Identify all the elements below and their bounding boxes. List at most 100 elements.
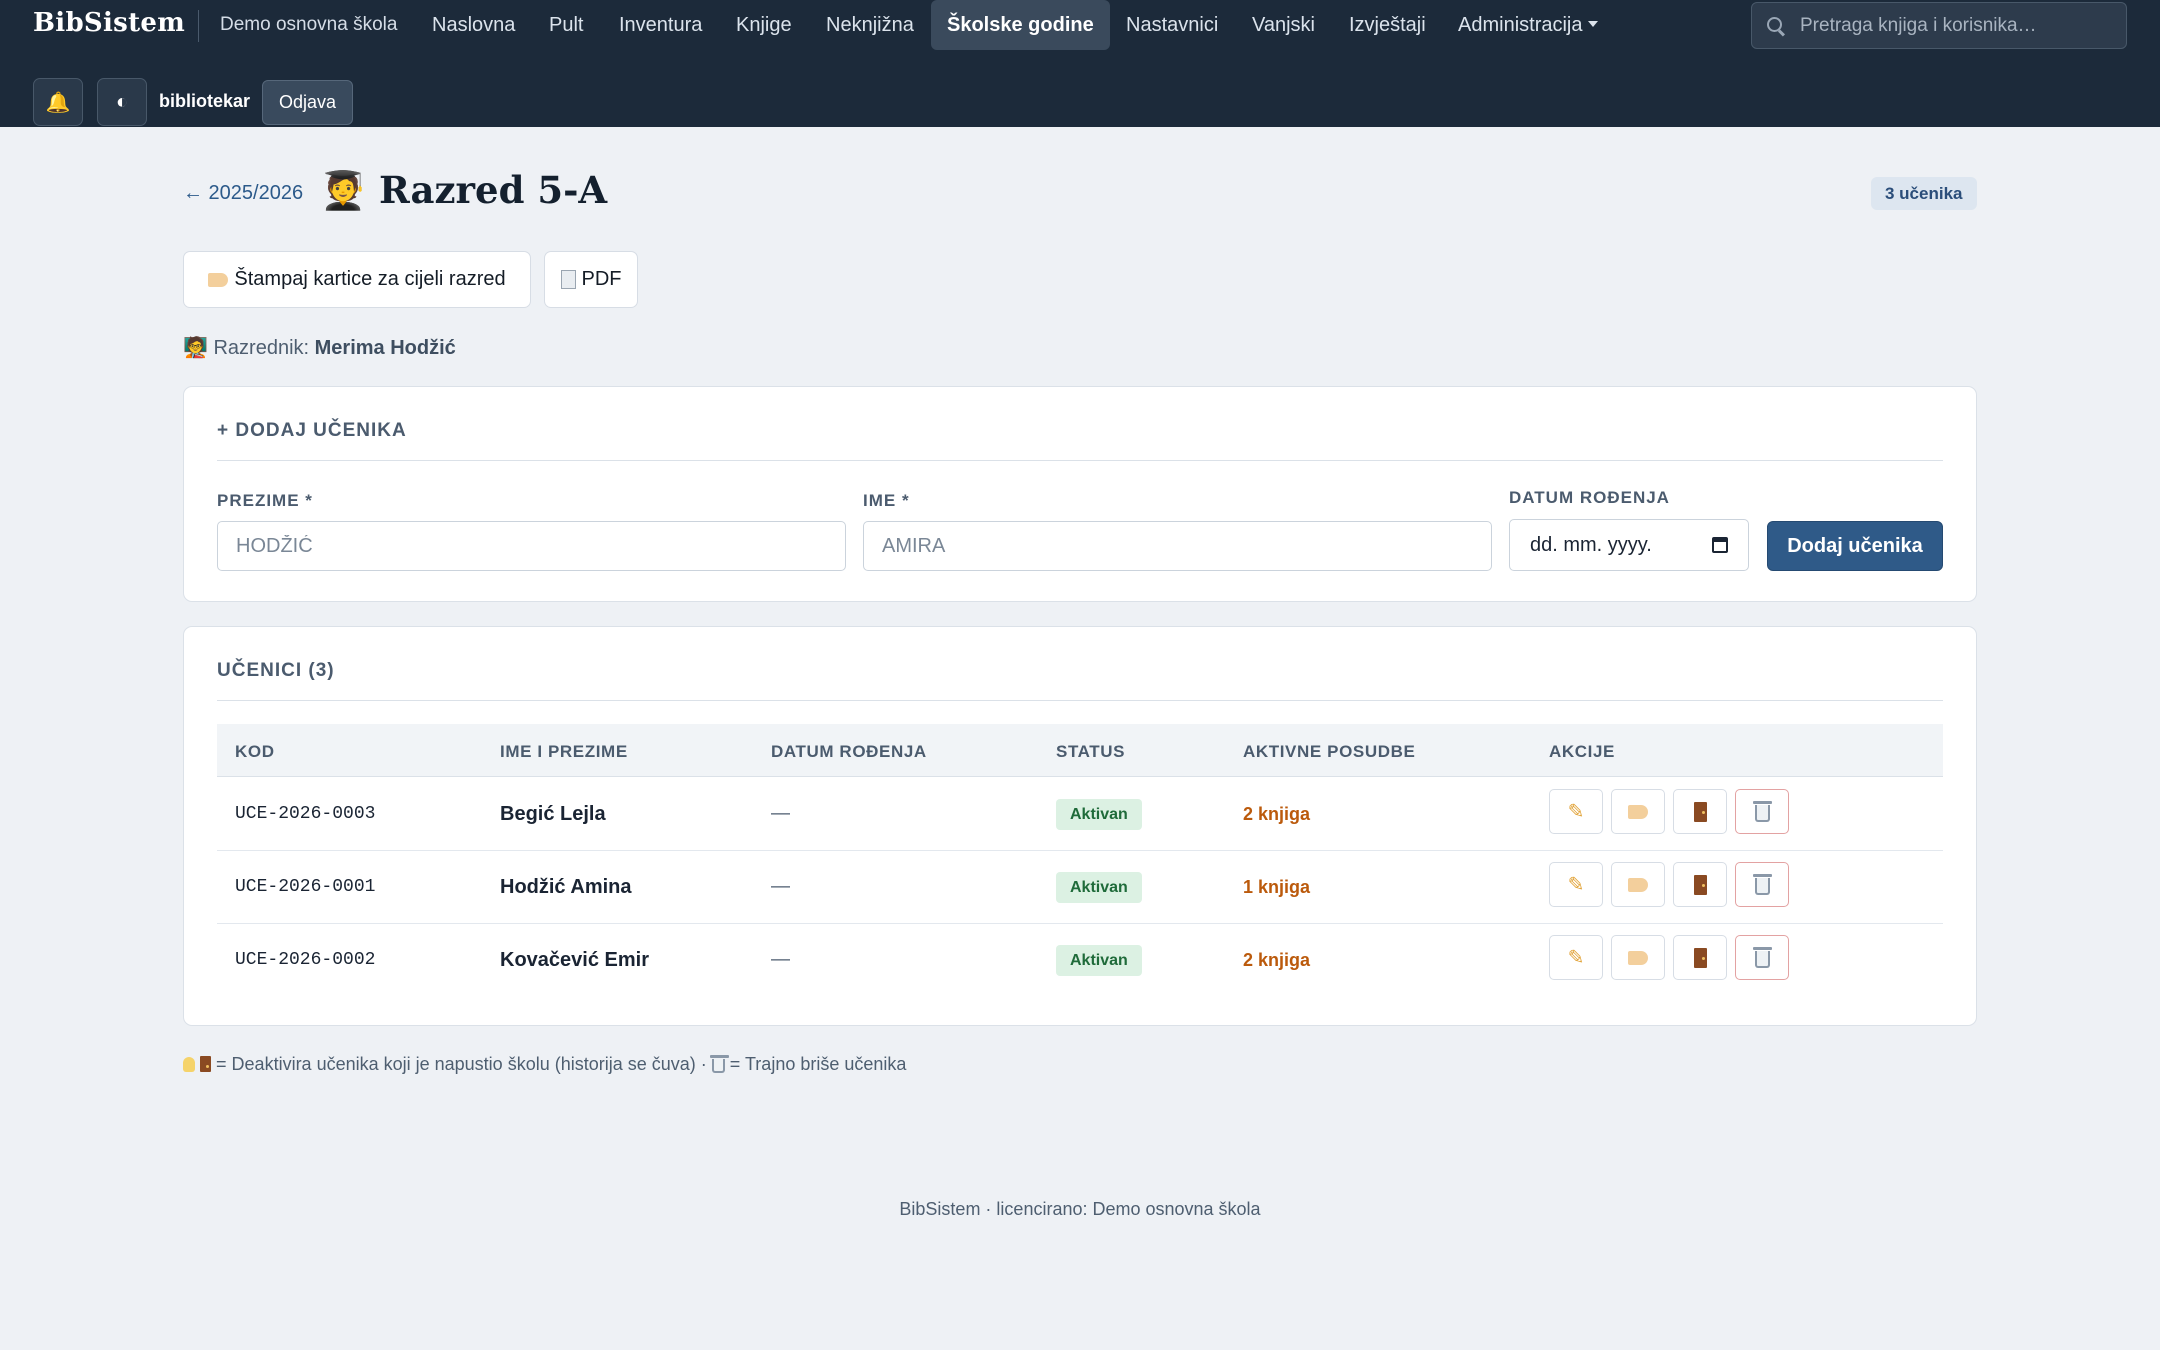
- student-dob: —: [771, 876, 790, 897]
- brand-logo[interactable]: BibSistem: [33, 8, 185, 38]
- door-icon: [1693, 874, 1707, 895]
- delete-student-button[interactable]: [1735, 789, 1789, 834]
- trash-icon: [1752, 947, 1772, 968]
- dob-input[interactable]: dd. mm. yyyy.: [1509, 519, 1749, 571]
- school-name: Demo osnovna škola: [220, 14, 398, 35]
- top-navbar: BibSistem Demo osnovna škola Naslovna Pu…: [0, 0, 2160, 127]
- door-icon: [200, 1056, 212, 1072]
- nav-item-administracija[interactable]: Administracija: [1458, 14, 1599, 37]
- dob-placeholder: dd. mm. yyyy.: [1530, 533, 1652, 556]
- page-title: 🧑‍🎓 Razred 5-A: [320, 168, 608, 212]
- nav-item-izvjestaji[interactable]: Izvještaji: [1349, 14, 1426, 37]
- deactivate-student-button[interactable]: [1673, 935, 1727, 980]
- add-student-button[interactable]: Dodaj učenika: [1767, 521, 1943, 571]
- student-code: UCE-2026-0001: [235, 877, 376, 897]
- trash-icon: [1752, 801, 1772, 822]
- column-header-dob[interactable]: DATUM ROĐENJA: [771, 742, 927, 762]
- print-card-button[interactable]: [1611, 935, 1665, 980]
- edit-student-button[interactable]: ✎: [1549, 935, 1603, 980]
- student-dob: —: [771, 949, 790, 970]
- pencil-icon: ✎: [1567, 874, 1585, 896]
- column-header-status[interactable]: STATUS: [1056, 742, 1125, 762]
- document-icon: [560, 270, 576, 289]
- teacher-name: Merima Hodžić: [314, 337, 456, 359]
- active-loans-link[interactable]: 2 knjiga: [1243, 950, 1310, 971]
- teacher-label: Razrednik:: [213, 337, 310, 359]
- surname-input[interactable]: [217, 521, 846, 571]
- card-tag-icon: [1628, 877, 1648, 892]
- nav-item-pult[interactable]: Pult: [549, 14, 583, 37]
- active-loans-link[interactable]: 1 knjiga: [1243, 877, 1310, 898]
- print-card-button[interactable]: [1611, 862, 1665, 907]
- deactivate-note: = Deaktivira učenika koji je napustio šk…: [216, 1054, 707, 1074]
- nav-item-knjige[interactable]: Knjige: [736, 14, 792, 37]
- delete-student-button[interactable]: [1735, 862, 1789, 907]
- active-loans-link[interactable]: 2 knjiga: [1243, 804, 1310, 825]
- student-code: UCE-2026-0002: [235, 950, 376, 970]
- table-header: KOD IME I PREZIME DATUM ROĐENJA STATUS A…: [217, 724, 1943, 777]
- lightbulb-icon: [183, 1057, 195, 1072]
- class-teacher: 🧑‍🏫 Razrednik: Merima Hodžić: [183, 335, 456, 360]
- student-dob: —: [771, 803, 790, 824]
- edit-student-button[interactable]: ✎: [1549, 789, 1603, 834]
- theme-toggle-button[interactable]: ◐: [97, 78, 147, 126]
- chevron-down-icon: [1588, 20, 1599, 27]
- table-row: UCE-2026-0003 Begić Lejla — Aktivan 2 kn…: [217, 778, 1943, 851]
- calendar-icon[interactable]: [1712, 537, 1728, 553]
- status-badge: Aktivan: [1056, 945, 1142, 976]
- bell-icon: 🔔: [45, 91, 71, 114]
- actions-legend-note: = Deaktivira učenika koji je napustio šk…: [183, 1054, 906, 1075]
- search-input[interactable]: [1800, 14, 2100, 37]
- column-header-code[interactable]: KOD: [235, 742, 275, 762]
- status-badge: Aktivan: [1056, 872, 1142, 903]
- surname-label: PREZIME *: [217, 491, 313, 510]
- card-divider: [217, 460, 1943, 461]
- pdf-button[interactable]: PDF: [544, 251, 638, 308]
- table-row: UCE-2026-0002 Kovačević Emir — Aktivan 2…: [217, 924, 1943, 997]
- logout-button[interactable]: Odjava: [262, 80, 353, 125]
- delete-student-button[interactable]: [1735, 935, 1789, 980]
- status-badge: Aktivan: [1056, 799, 1142, 830]
- nav-item-inventura[interactable]: Inventura: [619, 14, 702, 37]
- name-input[interactable]: [863, 521, 1492, 571]
- card-tag-icon: [1628, 804, 1648, 819]
- nav-item-skolske-godine[interactable]: Školske godine: [931, 0, 1110, 50]
- deactivate-student-button[interactable]: [1673, 789, 1727, 834]
- student-name[interactable]: Kovačević Emir: [500, 949, 649, 972]
- card-tag-icon: [1628, 950, 1648, 965]
- nav-item-vanjski[interactable]: Vanjski: [1252, 14, 1315, 37]
- student-count-badge: 3 učenika: [1871, 177, 1977, 210]
- nav-item-naslovna[interactable]: Naslovna: [432, 14, 515, 37]
- footer-license: BibSistem · licencirano: Demo osnovna šk…: [899, 1199, 1261, 1219]
- door-icon: [1693, 947, 1707, 968]
- card-tag-icon: [208, 272, 229, 287]
- student-name[interactable]: Begić Lejla: [500, 803, 606, 826]
- pencil-icon: ✎: [1567, 801, 1585, 823]
- nav-item-neknjizna[interactable]: Neknjižna: [826, 14, 914, 37]
- edit-student-button[interactable]: ✎: [1549, 862, 1603, 907]
- add-student-card: + DODAJ UČENIKA PREZIME * IME * DATUM RO…: [183, 386, 1977, 602]
- student-name[interactable]: Hodžić Amina: [500, 876, 632, 899]
- pdf-label: PDF: [581, 268, 622, 290]
- print-class-cards-label: Štampaj kartice za cijeli razred: [234, 268, 506, 290]
- student-code: UCE-2026-0003: [235, 804, 376, 824]
- nav-item-nastavnici[interactable]: Nastavnici: [1126, 14, 1218, 37]
- door-icon: [1693, 801, 1707, 822]
- pencil-icon: ✎: [1567, 947, 1585, 969]
- print-class-cards-button[interactable]: Štampaj kartice za cijeli razred: [183, 251, 531, 308]
- column-header-name[interactable]: IME I PREZIME: [500, 742, 628, 762]
- table-row: UCE-2026-0001 Hodžić Amina — Aktivan 1 k…: [217, 851, 1943, 924]
- trash-icon: [1752, 874, 1772, 895]
- back-to-year-link[interactable]: ← 2025/2026: [183, 182, 303, 205]
- students-card: UČENICI (3) KOD IME I PREZIME DATUM ROĐE…: [183, 626, 1977, 1026]
- nav-item-administracija-label: Administracija: [1458, 14, 1583, 36]
- print-card-button[interactable]: [1611, 789, 1665, 834]
- username: bibliotekar: [159, 91, 251, 111]
- card-divider: [217, 700, 1943, 701]
- column-header-loans[interactable]: AKTIVNE POSUDBE: [1243, 742, 1415, 762]
- add-student-title: + DODAJ UČENIKA: [217, 420, 407, 441]
- students-title: UČENICI (3): [217, 660, 335, 681]
- deactivate-student-button[interactable]: [1673, 862, 1727, 907]
- notifications-button[interactable]: 🔔: [33, 78, 83, 126]
- dob-label: DATUM ROĐENJA: [1509, 488, 1670, 507]
